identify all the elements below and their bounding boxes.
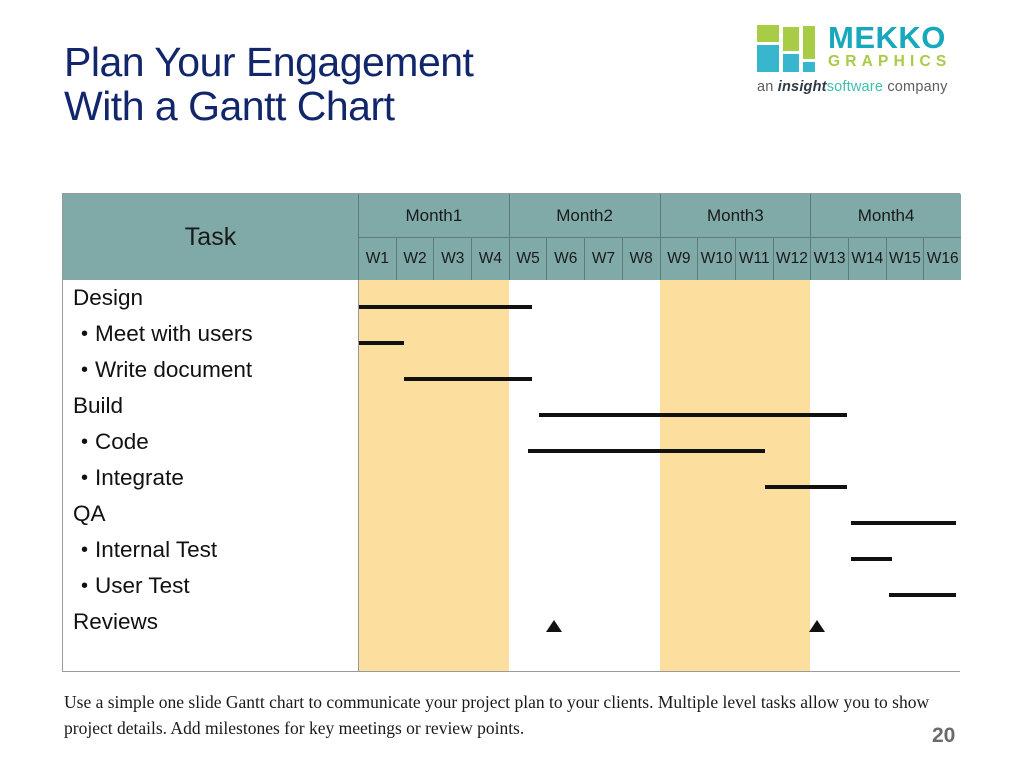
month-header-cell: Month4 (811, 194, 961, 238)
milestone-marker (546, 620, 563, 632)
logo-tagline-post: company (883, 79, 948, 95)
title-line-1: Plan Your Engagement (64, 39, 474, 85)
gantt-bar (851, 521, 957, 525)
task-label-text: Meet with users (95, 321, 253, 346)
logo-brand-sub: GRAPHICS (828, 53, 952, 71)
logo-tagline: an insightsoftware company (757, 79, 982, 95)
week-header-cell: W2 (397, 238, 435, 280)
task-label-text: Reviews (73, 609, 159, 634)
task-label-text: Write document (95, 357, 253, 382)
week-header-row: W1 W2 W3 W4 W5 W6 W7 W8 W9 W10 W11 W12 W13 W14 W15 W16 (359, 238, 961, 280)
gantt-plot-area (359, 280, 960, 671)
task-row-label: Meet with users (63, 316, 358, 352)
task-row-label: Code (63, 424, 358, 460)
task-label-text: Build (73, 393, 124, 418)
title-line-2: With a Gantt Chart (64, 83, 395, 130)
milestone-marker (809, 620, 826, 632)
week-header-cell: W12 (774, 238, 812, 280)
gantt-bar (404, 377, 532, 381)
gantt-bar (528, 449, 765, 453)
footer-note: Use a simple one slide Gantt chart to co… (64, 692, 930, 738)
task-row-label: Design (63, 280, 358, 316)
week-header-cell: W8 (623, 238, 661, 280)
task-row-label: Integrate (63, 460, 358, 496)
task-label-text: Internal Test (95, 537, 218, 562)
week-header-cell: W1 (359, 238, 397, 280)
mekko-graphics-logo: MEKKO GRAPHICS an insightsoftware compan… (757, 20, 982, 98)
logo-tagline-pre: an (757, 79, 778, 95)
task-label-text: Code (95, 429, 149, 454)
month-highlight-band (659, 280, 810, 671)
week-header-cell: W13 (811, 238, 849, 280)
task-row-label: User Test (63, 568, 358, 604)
week-header-cell: W3 (434, 238, 473, 280)
logo-brand-name: MEKKO (828, 20, 946, 56)
week-header-cell: W11 (736, 238, 774, 280)
month-header-cell: Month2 (509, 194, 661, 238)
task-label-text: Design (73, 285, 144, 310)
gantt-bar (359, 305, 532, 309)
gantt-bar (359, 341, 405, 345)
task-column-header: Task (63, 194, 359, 280)
week-header-cell: W14 (849, 238, 887, 280)
mekko-chart-icon (757, 22, 819, 72)
task-label-text: User Test (95, 573, 190, 598)
gantt-bar (764, 485, 848, 489)
month-header-cell: Month1 (359, 194, 510, 238)
gantt-bar (539, 413, 848, 417)
task-row-label: Internal Test (63, 532, 358, 568)
task-row-label: Write document (63, 352, 358, 388)
task-label-text: Integrate (95, 465, 184, 490)
month-highlight-band (359, 280, 510, 671)
week-header-cell: W7 (585, 238, 623, 280)
logo-top-row: MEKKO GRAPHICS (757, 20, 982, 72)
week-header-cell: W6 (547, 238, 586, 280)
table-header: Task Month1 Month2 Month3 Month4 W1 W2 W3 W4 W5… (63, 194, 961, 280)
gantt-bar (888, 593, 957, 597)
task-label-text: QA (73, 501, 106, 526)
week-header-cell: W15 (887, 238, 925, 280)
logo-tagline-software: software (826, 79, 884, 95)
task-label-column: Design Meet with users Write document Build… (63, 280, 359, 671)
month-header-cell: Month3 (660, 194, 812, 238)
week-header-cell: W16 (926, 250, 959, 267)
logo-wordmark: MEKKO GRAPHICS (828, 23, 951, 72)
week-header-cell: W10 (698, 238, 736, 280)
week-header-cell: W5 (510, 238, 548, 280)
gantt-chart-table: Task Month1 Month2 Month3 Month4 W1 W2 W3 W4 W5… (62, 193, 961, 672)
task-row-label: QA (63, 496, 358, 532)
task-row-label: Build (63, 388, 358, 424)
week-header-cell: W9 (661, 238, 699, 280)
page-number: 20 (932, 724, 956, 747)
table-body: Design Meet with users Write document Build… (63, 280, 961, 671)
logo-tagline-insight: insight (777, 79, 827, 95)
slide: Plan Your Engagement With a Gantt Chart … (0, 0, 1024, 768)
page-title: Plan Your Engagement With a Gantt Chart (64, 40, 704, 129)
month-header-row: Month1 Month2 Month3 Month4 (359, 194, 961, 238)
task-row-label: Reviews (63, 604, 358, 640)
gantt-bar (851, 557, 893, 561)
week-header-cell: W4 (472, 238, 510, 280)
